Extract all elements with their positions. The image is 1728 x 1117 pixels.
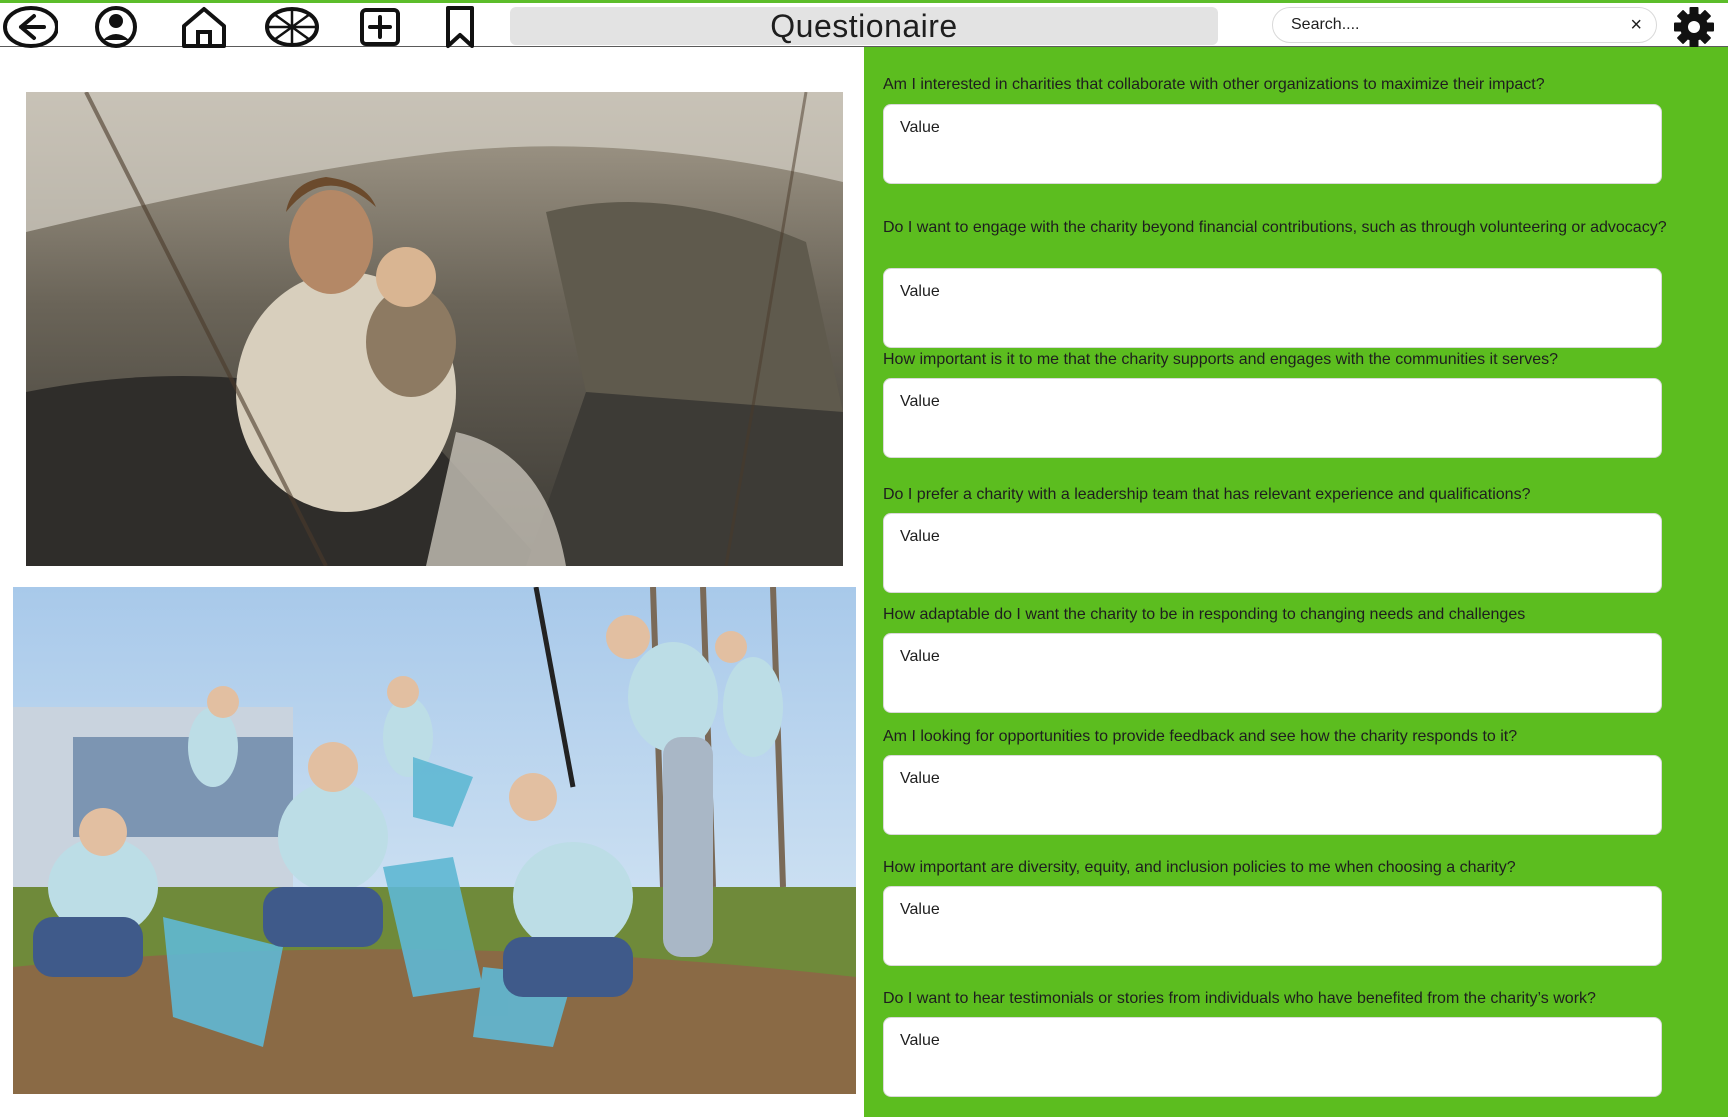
profile-button[interactable] — [86, 6, 146, 48]
volunteers-cleanup-photo — [13, 587, 856, 1094]
back-button[interactable] — [0, 6, 60, 48]
home-button[interactable] — [174, 7, 234, 48]
wheel-button[interactable] — [262, 7, 322, 47]
search-bar: × — [1272, 7, 1657, 43]
home-icon — [182, 7, 226, 48]
questionnaire-panel: Am I interested in charities that collab… — [864, 47, 1728, 1117]
question-label: How important is it to me that the chari… — [883, 351, 1558, 368]
settings-button[interactable] — [1668, 6, 1720, 48]
page-title: Questionaire — [510, 7, 1218, 45]
question-label: Am I looking for opportunities to provid… — [883, 728, 1518, 745]
answer-field[interactable] — [883, 513, 1662, 593]
bookmark-button[interactable] — [430, 6, 490, 48]
answer-field[interactable] — [883, 633, 1662, 713]
search-input[interactable] — [1289, 15, 1613, 35]
back-arrow-icon — [3, 6, 58, 48]
answer-field[interactable] — [883, 378, 1662, 458]
question-label: How adaptable do I want the charity to b… — [883, 606, 1526, 623]
answer-field[interactable] — [883, 268, 1662, 348]
close-icon[interactable]: × — [1630, 14, 1642, 37]
question-label: Do I prefer a charity with a leadership … — [883, 486, 1531, 503]
answer-field[interactable] — [883, 1017, 1662, 1097]
profile-icon — [95, 6, 137, 48]
top-bar: Questionaire × — [0, 0, 1728, 48]
question-label: Am I interested in charities that collab… — [883, 76, 1545, 93]
answer-field[interactable] — [883, 755, 1662, 835]
mother-and-child-photo — [26, 92, 843, 566]
wheel-icon — [265, 7, 319, 47]
add-icon — [360, 8, 400, 46]
question-label: How important are diversity, equity, and… — [883, 859, 1516, 876]
gear-icon — [1674, 7, 1714, 47]
add-button[interactable] — [350, 7, 410, 47]
answer-field[interactable] — [883, 886, 1662, 966]
answer-field[interactable] — [883, 104, 1662, 184]
question-label: Do I want to engage with the charity bey… — [883, 219, 1667, 236]
bookmark-icon — [446, 6, 474, 48]
question-label: Do I want to hear testimonials or storie… — [883, 990, 1596, 1007]
